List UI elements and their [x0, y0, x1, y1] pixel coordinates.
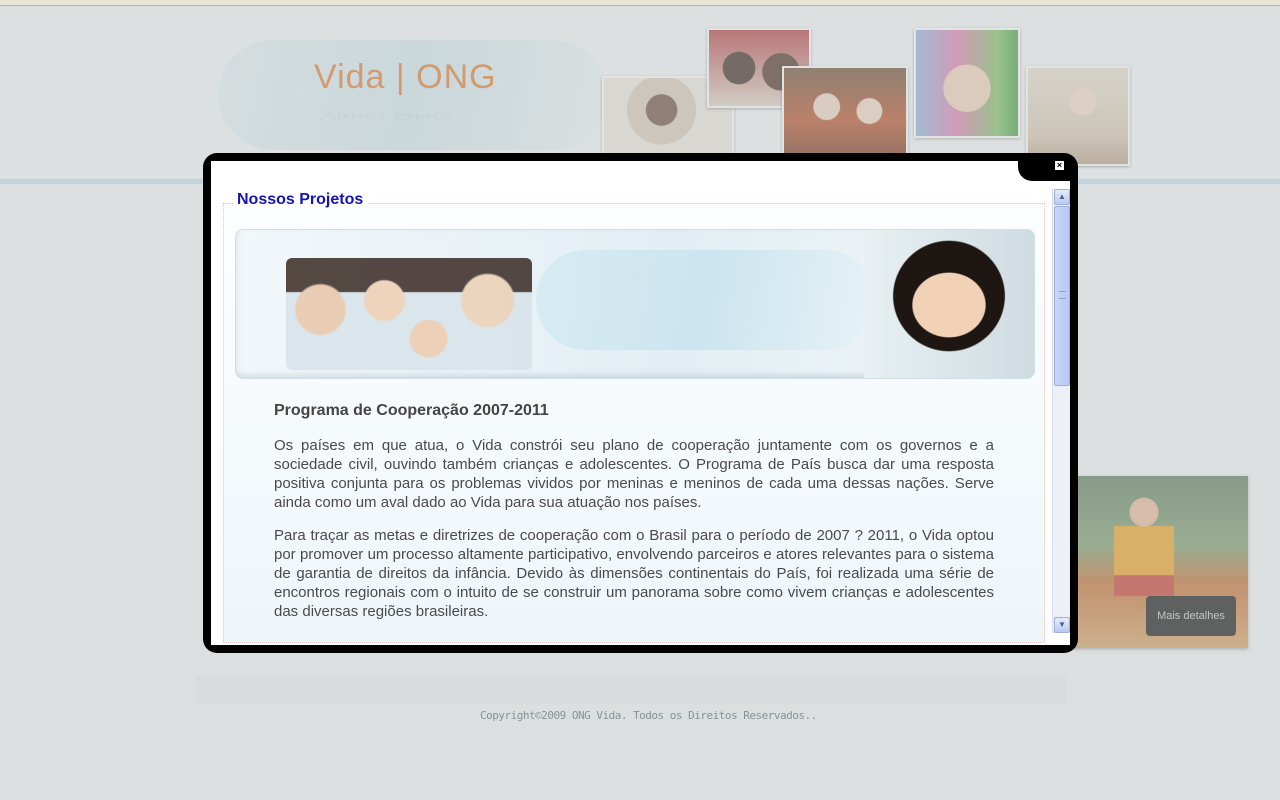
- modal-body: Programa de Cooperação 2007-2011 Os país…: [211, 161, 1070, 645]
- article: Programa de Cooperação 2007-2011 Os país…: [274, 402, 994, 635]
- banner-swirl: [536, 250, 876, 350]
- projects-fieldset: Programa de Cooperação 2007-2011 Os país…: [223, 203, 1045, 643]
- article-title: Programa de Cooperação 2007-2011: [274, 402, 549, 419]
- section-legend: Nossos Projetos: [233, 191, 368, 209]
- modal-scrollbar[interactable]: ▲ ▼: [1052, 189, 1070, 633]
- scroll-up-arrow-icon[interactable]: ▲: [1054, 189, 1070, 205]
- scrollbar-thumb[interactable]: [1054, 206, 1070, 386]
- close-tab[interactable]: ×: [1018, 161, 1070, 181]
- close-icon[interactable]: ×: [1055, 161, 1064, 170]
- article-paragraph-2: Para traçar as metas e diretrizes de coo…: [274, 527, 994, 620]
- banner-smiling-girl-photo: [864, 230, 1034, 378]
- scroll-down-arrow-icon[interactable]: ▼: [1054, 617, 1070, 633]
- article-paragraph-1: Os países em que atua, o Vida constrói s…: [274, 437, 994, 511]
- projects-modal: Programa de Cooperação 2007-2011 Os país…: [203, 153, 1078, 653]
- modal-content: Programa de Cooperação 2007-2011 Os país…: [223, 189, 1045, 645]
- scrollbar-grip-icon: [1059, 291, 1066, 299]
- banner-children-group-photo: [286, 258, 532, 370]
- projects-banner: [235, 229, 1035, 379]
